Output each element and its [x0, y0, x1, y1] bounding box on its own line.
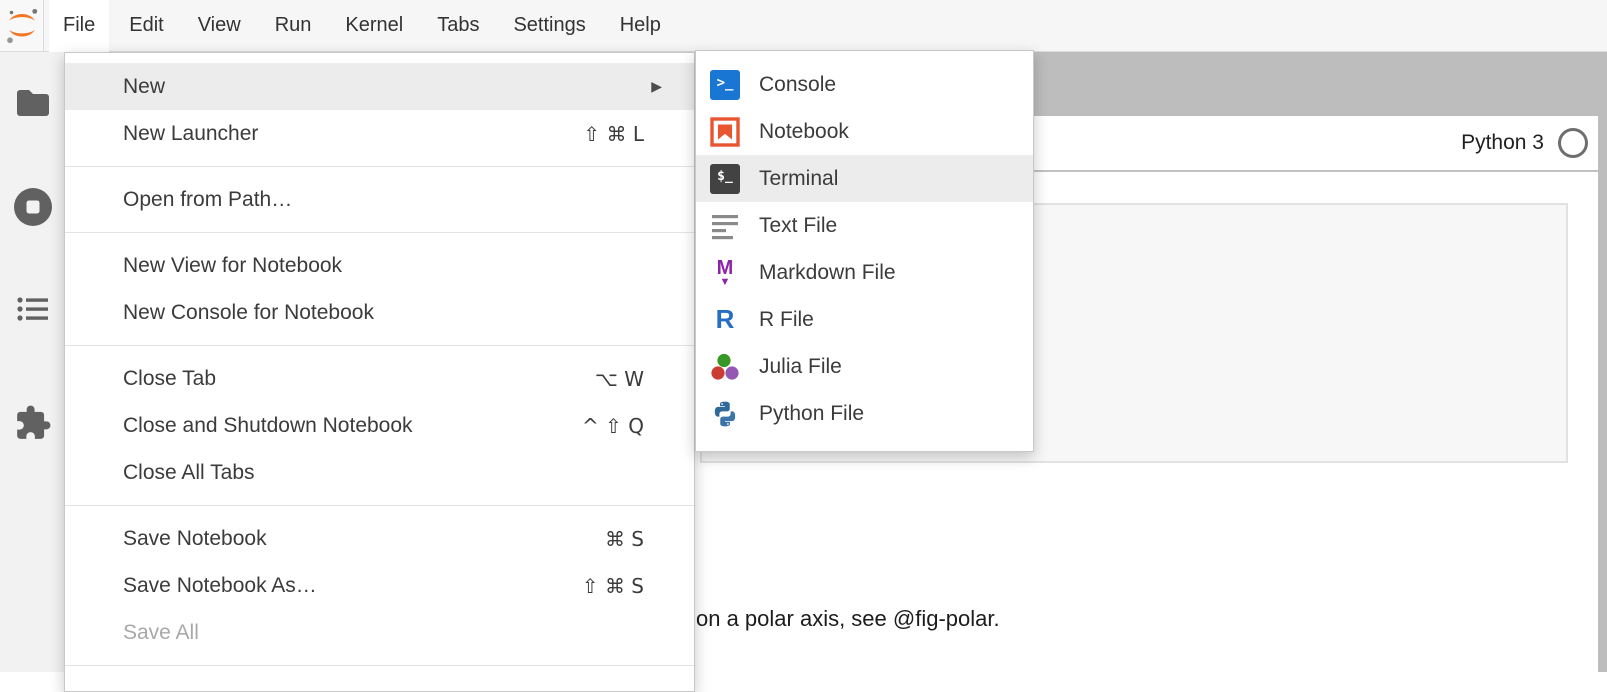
menubar-item-help[interactable]: Help — [606, 0, 675, 51]
menubar-item-edit[interactable]: Edit — [115, 0, 177, 51]
submenu-item-python-file[interactable]: Python File — [696, 390, 1033, 437]
extension-manager-icon[interactable] — [0, 404, 65, 442]
menu-item-close-and-shutdown-notebook[interactable]: Close and Shutdown Notebook ^ ⇧ Q — [65, 402, 694, 449]
shortcut-label: ⌥ W — [595, 367, 644, 391]
menu-separator — [65, 345, 694, 346]
menubar: File Edit View Run Kernel Tabs Settings … — [0, 0, 1607, 52]
submenu-item-julia-file[interactable]: Julia File — [696, 343, 1033, 390]
menu-separator — [65, 665, 694, 666]
menu-item-new[interactable]: New — [65, 63, 694, 110]
submenu-item-console[interactable]: Console — [696, 61, 1033, 108]
menubar-item-tabs[interactable]: Tabs — [423, 0, 493, 51]
submenu-item-notebook[interactable]: Notebook — [696, 108, 1033, 155]
submenu-item-markdown-file[interactable]: Markdown File — [696, 249, 1033, 296]
running-kernels-icon[interactable] — [0, 187, 65, 227]
kernel-status-icon[interactable] — [1558, 128, 1588, 158]
menu-item-close-all-tabs[interactable]: Close All Tabs — [65, 449, 694, 496]
menu-item-new-view-for-notebook[interactable]: New View for Notebook — [65, 242, 694, 289]
notebook-icon — [710, 117, 740, 147]
menu-item-close-tab[interactable]: Close Tab ⌥ W — [65, 355, 694, 402]
menu-separator — [65, 232, 694, 233]
left-sidebar — [0, 52, 65, 672]
menu-separator — [65, 166, 694, 167]
shortcut-label: ⌘ S — [605, 527, 644, 551]
menubar-item-settings[interactable]: Settings — [499, 0, 599, 51]
menubar-item-kernel[interactable]: Kernel — [331, 0, 417, 51]
r-file-icon — [710, 305, 740, 335]
submenu-item-terminal[interactable]: Terminal — [696, 155, 1033, 202]
markdown-icon — [710, 258, 740, 288]
menu-item-save-notebook[interactable]: Save Notebook ⌘ S — [65, 515, 694, 562]
menu-separator — [65, 505, 694, 506]
menubar-item-file[interactable]: File — [49, 0, 109, 51]
terminal-icon — [710, 164, 740, 194]
menu-item-new-launcher[interactable]: New Launcher ⇧ ⌘ L — [65, 110, 694, 157]
markdown-cell-text: on a polar axis, see @fig-polar. — [696, 606, 1000, 632]
file-menu-dropdown: New New Launcher ⇧ ⌘ L Open from Path… N… — [64, 52, 695, 692]
julia-icon — [710, 352, 740, 382]
menu-item-save-all: Save All — [65, 609, 694, 656]
submenu-arrow-icon — [651, 78, 662, 95]
submenu-item-text-file[interactable]: Text File — [696, 202, 1033, 249]
new-submenu: Console Notebook Terminal Text File Mark… — [695, 50, 1034, 452]
table-of-contents-icon[interactable] — [0, 296, 65, 322]
menu-item-save-notebook-as[interactable]: Save Notebook As… ⇧ ⌘ S — [65, 562, 694, 609]
jupyter-logo — [0, 0, 44, 51]
menu-item-new-console-for-notebook[interactable]: New Console for Notebook — [65, 289, 694, 336]
console-icon — [710, 70, 740, 100]
shortcut-label: ⇧ ⌘ S — [582, 574, 644, 598]
menubar-item-run[interactable]: Run — [261, 0, 326, 51]
kernel-name-label[interactable]: Python 3 — [1461, 131, 1544, 155]
menu-item-open-from-path[interactable]: Open from Path… — [65, 176, 694, 223]
jupyter-logo-icon — [4, 5, 40, 47]
dock-panel-edge — [1598, 116, 1607, 672]
file-browser-icon[interactable] — [0, 88, 65, 118]
shortcut-label: ⇧ ⌘ L — [583, 122, 644, 146]
python-icon — [710, 399, 740, 429]
submenu-item-r-file[interactable]: R File — [696, 296, 1033, 343]
shortcut-label: ^ ⇧ Q — [582, 414, 644, 438]
menubar-item-view[interactable]: View — [184, 0, 255, 51]
menubar-items: File Edit View Run Kernel Tabs Settings … — [44, 0, 678, 51]
text-file-icon — [710, 211, 740, 241]
